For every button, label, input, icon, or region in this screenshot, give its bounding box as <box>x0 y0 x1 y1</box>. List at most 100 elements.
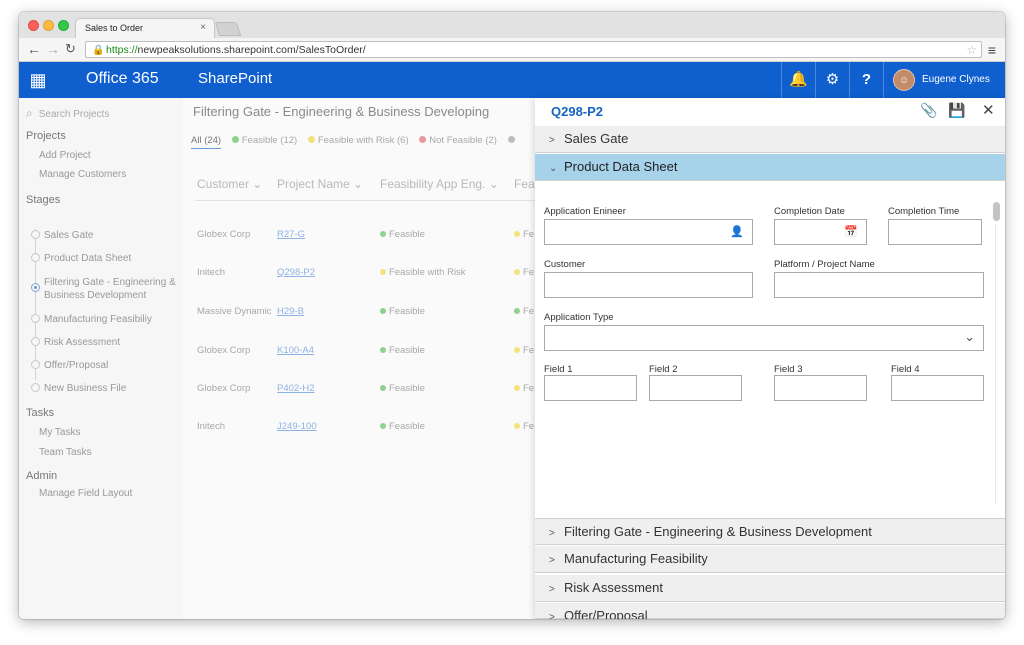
close-icon[interactable]: ✕ <box>982 101 995 119</box>
search-icon: ⌕ <box>26 106 33 120</box>
chevron-right-icon: > <box>549 584 555 595</box>
panel-title: Q298-P2 <box>551 104 604 119</box>
form-scrollbar-track[interactable] <box>995 224 996 504</box>
suite-bar: ▦ Office 365 SharePoint 🔔 ⚙ ? ☺ Eugene C… <box>19 62 1005 98</box>
row-project-link[interactable]: J249-100 <box>277 421 317 432</box>
sidebar-item-my-tasks[interactable]: My Tasks <box>39 427 81 438</box>
form-scrollbar-thumb[interactable] <box>993 202 1000 221</box>
filter-more[interactable] <box>507 135 518 146</box>
completion-date-input[interactable]: 📅 <box>774 219 867 245</box>
label-completion-time: Completion Time <box>888 206 960 217</box>
customer-input[interactable] <box>544 272 753 298</box>
sidebar-item-manage-field-layout[interactable]: Manage Field Layout <box>39 488 132 499</box>
search-projects[interactable]: ⌕ Search Projects <box>26 106 109 121</box>
row-project-link[interactable]: P402-H2 <box>277 383 315 394</box>
table-row[interactable]: Initech J249-100 Feasible Fe <box>197 421 535 437</box>
row-project-link[interactable]: R27-G <box>277 229 305 240</box>
browser-menu-icon[interactable]: ≡ <box>988 42 996 58</box>
row-customer: Massive Dynamic <box>197 306 272 317</box>
section-filtering-gate[interactable]: > Filtering Gate - Engineering & Business… <box>535 518 1005 545</box>
column-project-name[interactable]: Project Name ⌄ <box>277 177 363 191</box>
application-engineer-input[interactable]: 👤 <box>544 219 753 245</box>
sidebar-stage-sales-gate[interactable]: Sales Gate <box>44 229 93 242</box>
address-bar: ← → ↻ 🔒 https://newpeaksolutions.sharepo… <box>19 38 1005 62</box>
bookmark-star-icon[interactable]: ☆ <box>966 43 977 57</box>
help-question-icon[interactable]: ? <box>849 62 883 98</box>
field-3-input[interactable] <box>774 375 867 401</box>
new-tab-button[interactable] <box>214 22 242 36</box>
tasks-heading: Tasks <box>26 407 55 419</box>
calendar-icon[interactable]: 📅 <box>844 225 858 238</box>
back-arrow-icon[interactable]: ← <box>27 41 41 57</box>
sidebar-item-add-project[interactable]: Add Project <box>39 150 91 161</box>
search-input[interactable]: Search Projects <box>39 109 110 120</box>
application-type-select[interactable]: ⌄ <box>544 325 984 351</box>
header-divider <box>195 200 535 201</box>
stage-dot <box>31 383 40 392</box>
table-row[interactable]: Massive Dynamic H29-B Feasible Fe <box>197 306 535 322</box>
filter-feasible[interactable]: Feasible (12) <box>231 135 297 146</box>
platform-project-name-input[interactable] <box>774 272 984 298</box>
tab-close-icon[interactable]: × <box>200 22 206 33</box>
field-2-input[interactable] <box>649 375 742 401</box>
section-sales-gate[interactable]: > Sales Gate <box>535 126 1005 153</box>
row-project-link[interactable]: K100-A4 <box>277 345 314 356</box>
sidebar-stage-product-data-sheet[interactable]: Product Data Sheet <box>44 252 131 265</box>
close-window-button[interactable] <box>28 20 39 31</box>
column-truncated[interactable]: Fea <box>514 177 535 191</box>
row-status-cut: Fe <box>514 383 534 394</box>
sharepoint-link[interactable]: SharePoint <box>198 70 272 87</box>
section-label: Product Data Sheet <box>564 159 678 174</box>
status-filters: All (24) Feasible (12) Feasible with Ris… <box>191 135 526 149</box>
column-customer[interactable]: Customer ⌄ <box>197 177 262 191</box>
attachment-paperclip-icon[interactable]: 📎 <box>920 102 937 119</box>
stage-dot <box>31 337 40 346</box>
section-manufacturing-feasibility[interactable]: > Manufacturing Feasibility <box>535 546 1005 573</box>
settings-gear-icon[interactable]: ⚙ <box>815 62 849 98</box>
row-project-link[interactable]: Q298-P2 <box>277 267 315 278</box>
minimize-window-button[interactable] <box>43 20 54 31</box>
completion-time-input[interactable] <box>888 219 982 245</box>
notifications-bell-icon[interactable]: 🔔 <box>781 62 815 98</box>
sidebar: ⌕ Search Projects Projects Add Project Ma… <box>19 98 183 619</box>
label-field-1: Field 1 <box>544 364 573 375</box>
reload-icon[interactable]: ↻ <box>65 41 76 57</box>
user-name: Eugene Clynes <box>922 74 990 85</box>
table-row[interactable]: Globex Corp P402-H2 Feasible Fe <box>197 383 535 399</box>
field-1-input[interactable] <box>544 375 637 401</box>
url-input[interactable]: 🔒 https://newpeaksolutions.sharepoint.co… <box>85 41 982 58</box>
browser-tab[interactable]: Sales to Order × <box>75 18 215 38</box>
sidebar-item-team-tasks[interactable]: Team Tasks <box>39 447 92 458</box>
person-picker-icon[interactable]: 👤 <box>730 225 744 238</box>
sidebar-stage-offer-proposal[interactable]: Offer/Proposal <box>44 359 108 372</box>
maximize-window-button[interactable] <box>58 20 69 31</box>
tab-bar: Sales to Order × <box>19 12 1005 38</box>
field-4-input[interactable] <box>891 375 984 401</box>
sidebar-stage-new-business-file[interactable]: New Business File <box>44 382 126 395</box>
sidebar-stage-filtering-gate[interactable]: Filtering Gate - Engineering & Business … <box>44 276 176 302</box>
table-row[interactable]: Initech Q298-P2 Feasible with Risk Fe <box>197 267 535 283</box>
section-label: Risk Assessment <box>564 580 663 595</box>
row-status: Feasible <box>380 421 425 432</box>
save-disk-icon[interactable]: 💾 <box>948 102 965 119</box>
sidebar-stage-manufacturing[interactable]: Manufacturing Feasibiliy <box>44 313 152 326</box>
filter-feasible-with-risk[interactable]: Feasible with Risk (6) <box>307 135 409 146</box>
app-launcher-icon[interactable]: ▦ <box>19 62 57 98</box>
sidebar-stage-risk-assessment[interactable]: Risk Assessment <box>44 336 120 349</box>
row-customer: Initech <box>197 421 225 432</box>
office365-link[interactable]: Office 365 <box>86 70 159 88</box>
table-row[interactable]: Globex Corp K100-A4 Feasible Fe <box>197 345 535 361</box>
stage-label-line1: Filtering Gate - Engineering & <box>44 277 176 288</box>
user-menu[interactable]: ☺ Eugene Clynes <box>883 62 1005 98</box>
section-product-data-sheet[interactable]: ⌄ Product Data Sheet <box>535 154 1005 181</box>
column-feasibility-app-eng[interactable]: Feasibility App Eng. ⌄ <box>380 177 499 191</box>
section-offer-proposal[interactable]: > Offer/Proposal <box>535 603 1005 619</box>
row-project-link[interactable]: H29-B <box>277 306 304 317</box>
section-risk-assessment[interactable]: > Risk Assessment <box>535 575 1005 602</box>
row-status-cut: Fe <box>514 267 534 278</box>
table-row[interactable]: Globex Corp R27-G Feasible Fe <box>197 229 535 245</box>
forward-arrow-icon[interactable]: → <box>46 41 60 57</box>
filter-not-feasible[interactable]: Not Feasible (2) <box>419 135 497 146</box>
sidebar-item-manage-customers[interactable]: Manage Customers <box>39 169 126 180</box>
filter-all[interactable]: All (24) <box>191 135 222 149</box>
